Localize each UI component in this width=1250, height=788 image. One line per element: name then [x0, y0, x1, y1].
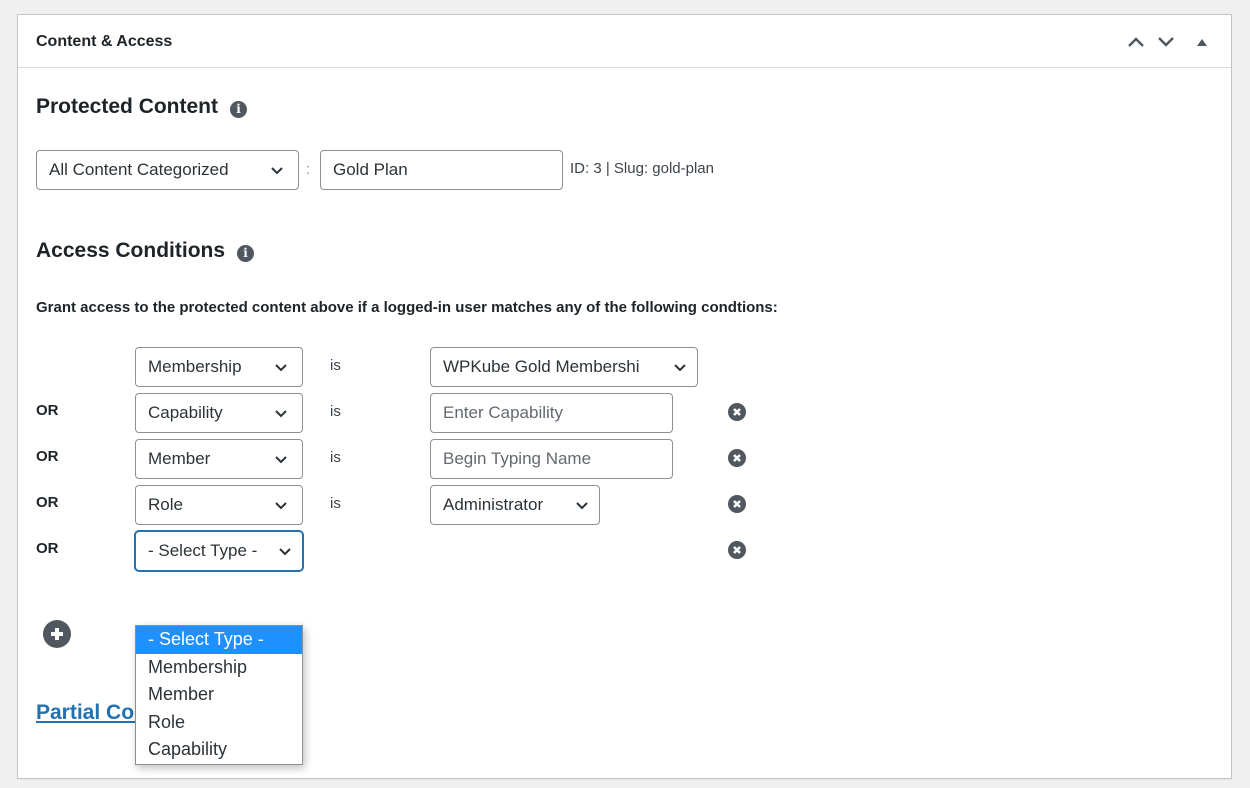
condition-type-value: Member — [148, 449, 211, 468]
condition-type-value: Capability — [148, 403, 223, 422]
operator-label: is — [330, 449, 341, 466]
condition-type-select[interactable]: - Select Type - — [135, 531, 303, 571]
or-label: OR — [36, 494, 59, 511]
chevron-down-icon — [274, 455, 296, 464]
role-value: Administrator — [443, 495, 544, 514]
condition-type-select[interactable]: Role — [135, 485, 303, 525]
chevron-down-icon — [274, 363, 296, 372]
membership-value: WPKube Gold Membershi — [443, 357, 640, 376]
separator: : — [306, 161, 311, 178]
remove-condition-button[interactable] — [728, 495, 746, 513]
select-type-dropdown[interactable]: - Select Type - Membership Member Role C… — [135, 625, 303, 765]
add-condition-button[interactable] — [43, 620, 71, 648]
toggle-panel-button[interactable] — [1187, 29, 1217, 55]
chevron-down-icon — [270, 166, 292, 175]
condition-type-select[interactable]: Member — [135, 439, 303, 479]
operator-label: is — [330, 495, 341, 512]
chevron-down-icon — [274, 409, 296, 418]
capability-input[interactable]: Enter Capability — [430, 393, 673, 433]
panel-controls — [1121, 29, 1217, 55]
dropdown-option[interactable]: - Select Type - — [136, 626, 302, 654]
chevron-down-icon — [673, 363, 691, 372]
dropdown-option[interactable]: Role — [136, 709, 302, 737]
condition-type-select[interactable]: Membership — [135, 347, 303, 387]
content-access-panel: Content & Access Protected Content i All… — [17, 14, 1232, 779]
operator-label: is — [330, 357, 341, 374]
condition-type-select[interactable]: Capability — [135, 393, 303, 433]
remove-condition-button[interactable] — [728, 449, 746, 467]
access-conditions-heading: Access Conditions i — [36, 239, 255, 263]
term-input[interactable]: Gold Plan — [320, 150, 563, 190]
chevron-down-icon — [274, 501, 296, 510]
info-icon[interactable]: i — [237, 244, 255, 262]
term-input-value: Gold Plan — [333, 160, 408, 179]
condition-type-value: - Select Type - — [148, 541, 258, 560]
membership-value-select[interactable]: WPKube Gold Membershi — [430, 347, 698, 387]
triangle-up-icon — [1197, 39, 1207, 46]
panel-header: Content & Access — [18, 15, 1231, 68]
protected-content-heading: Protected Content i — [36, 95, 248, 119]
info-icon[interactable]: i — [230, 100, 248, 118]
term-meta: ID: 3 | Slug: gold-plan — [570, 160, 714, 177]
chevron-down-icon — [278, 547, 296, 556]
content-type-select-value: All Content Categorized — [49, 160, 229, 179]
access-conditions-heading-text: Access Conditions — [36, 239, 226, 262]
panel-body: Protected Content i All Content Categori… — [18, 69, 1231, 778]
remove-circle-icon — [733, 454, 741, 462]
dropdown-option[interactable]: Membership — [136, 654, 302, 682]
move-down-button[interactable] — [1151, 29, 1181, 55]
protected-content-heading-text: Protected Content — [36, 95, 219, 118]
dropdown-option[interactable]: Member — [136, 681, 302, 709]
or-label: OR — [36, 402, 59, 419]
plus-circle-icon — [51, 628, 63, 640]
or-label: OR — [36, 448, 59, 465]
operator-label: is — [330, 403, 341, 420]
remove-circle-icon — [733, 546, 741, 554]
member-name-placeholder: Begin Typing Name — [443, 449, 592, 468]
chevron-down-icon — [1158, 37, 1174, 47]
remove-condition-button[interactable] — [728, 403, 746, 421]
remove-circle-icon — [733, 408, 741, 416]
access-description: Grant access to the protected content ab… — [36, 299, 778, 316]
capability-placeholder: Enter Capability — [443, 403, 564, 422]
condition-type-value: Membership — [148, 357, 242, 376]
role-value-select[interactable]: Administrator — [430, 485, 600, 525]
condition-type-value: Role — [148, 495, 183, 514]
chevron-up-icon — [1128, 37, 1144, 47]
content-type-select[interactable]: All Content Categorized — [36, 150, 299, 190]
dropdown-option[interactable]: Capability — [136, 736, 302, 764]
member-name-input[interactable]: Begin Typing Name — [430, 439, 673, 479]
remove-circle-icon — [733, 500, 741, 508]
remove-condition-button[interactable] — [728, 541, 746, 559]
panel-title: Content & Access — [36, 33, 173, 50]
move-up-button[interactable] — [1121, 29, 1151, 55]
or-label: OR — [36, 540, 59, 557]
chevron-down-icon — [575, 501, 593, 510]
